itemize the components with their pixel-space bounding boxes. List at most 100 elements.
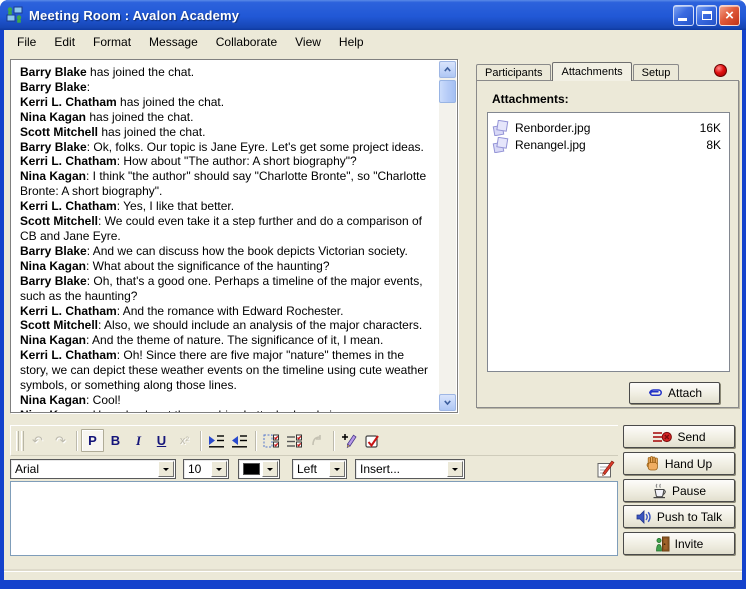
push-to-talk-button[interactable]: Push to Talk [623, 505, 735, 528]
bold-button[interactable]: B [104, 429, 127, 452]
paragraph-style-button[interactable]: P [81, 429, 104, 452]
menu-item[interactable]: Format [84, 33, 140, 51]
select-items-button[interactable] [260, 429, 283, 452]
attachments-list[interactable]: Renborder.jpg 16K Renangel.jpg 8K [487, 112, 730, 372]
attachment-size: 8K [706, 138, 725, 152]
attachment-row[interactable]: Renangel.jpg 8K [492, 136, 725, 153]
menu-item[interactable]: Collaborate [207, 33, 286, 51]
font-family-select[interactable]: Arial [10, 459, 176, 479]
minimize-button[interactable] [673, 5, 694, 26]
chat-line: Kerri L. Chatham: Yes, I like that bette… [20, 199, 435, 214]
status-bar [4, 571, 742, 580]
chat-scrollbar[interactable] [439, 61, 456, 411]
chevron-down-icon[interactable] [329, 461, 345, 477]
add-annotation-button[interactable] [338, 429, 361, 452]
chat-transcript[interactable]: Barry Blake has joined the chat. Barry B… [10, 59, 458, 413]
chat-messages: Barry Blake has joined the chat. Barry B… [11, 60, 439, 412]
hand-up-button[interactable]: Hand Up [623, 452, 735, 475]
chat-author: Nina Kagan [20, 169, 86, 183]
scroll-down-button[interactable] [439, 394, 456, 411]
insert-select[interactable]: Insert... [355, 459, 465, 479]
italic-button[interactable]: I [127, 429, 150, 452]
chat-line: Scott Mitchell has joined the chat. [20, 125, 435, 140]
attach-icon [647, 387, 663, 400]
maximize-button[interactable] [696, 5, 717, 26]
menu-item[interactable]: Help [330, 33, 373, 51]
tab[interactable]: Setup [633, 64, 680, 81]
toolbar-grip[interactable] [21, 431, 24, 451]
panel-tabs: ParticipantsAttachmentsSetup [476, 62, 680, 81]
undo-button[interactable]: ↶ [26, 429, 49, 452]
align-select[interactable]: Left [292, 459, 347, 479]
meeting-room-window: Meeting Room : Avalon Academy × FileEdit… [0, 0, 746, 589]
scroll-up-button[interactable] [439, 61, 456, 78]
pause-button-label: Pause [672, 484, 706, 498]
chat-message-text: : [87, 80, 90, 94]
chat-message-text: : Yes, I like that better. [117, 199, 234, 213]
pause-button[interactable]: Pause [623, 479, 735, 502]
attach-button[interactable]: Attach [629, 382, 720, 404]
invite-icon [655, 536, 670, 552]
chat-line: Nina Kagan: I think "the author" should … [20, 169, 435, 199]
underline-button[interactable]: U [150, 429, 173, 452]
chat-line: Kerri L. Chatham: How about "The author:… [20, 154, 435, 169]
redo-button[interactable]: ↷ [49, 429, 72, 452]
note-edit-icon[interactable] [597, 460, 616, 479]
chat-message-text: : Also, we should include an analysis of… [98, 318, 422, 332]
chevron-down-icon[interactable] [158, 461, 174, 477]
chevron-down-icon[interactable] [447, 461, 463, 477]
font-size-select[interactable]: 10 [183, 459, 229, 479]
toolbar-separator [76, 431, 77, 451]
attachments-panel: Attachments: Renborder.jpg 16K [476, 80, 739, 408]
chat-line: Nina Kagan: Hey, check out the graphics … [20, 408, 435, 412]
chat-message-text: : Ok, folks. Our topic is Jane Eyre. Let… [87, 140, 424, 154]
tab[interactable]: Attachments [552, 62, 631, 81]
toolbar-separator [333, 431, 334, 451]
indent-decrease-button[interactable] [228, 429, 251, 452]
title-bar[interactable]: Meeting Room : Avalon Academy × [0, 0, 746, 30]
indent-increase-button[interactable] [205, 429, 228, 452]
chat-line: Nina Kagan: And the theme of nature. The… [20, 333, 435, 348]
insert-value: Insert... [360, 462, 400, 476]
close-button[interactable]: × [719, 5, 740, 26]
send-button[interactable]: Send [623, 425, 735, 448]
message-input[interactable] [10, 481, 618, 556]
chat-author: Barry Blake [20, 65, 87, 79]
font-color-swatch [243, 463, 260, 475]
scrollbar-thumb[interactable] [439, 80, 456, 103]
chat-author: Barry Blake [20, 274, 87, 288]
checklist-button[interactable] [283, 429, 306, 452]
chat-message-text: : And the theme of nature. The significa… [86, 333, 383, 347]
chevron-down-icon[interactable] [262, 461, 278, 477]
menu-item[interactable]: View [286, 33, 330, 51]
chat-line: Kerri L. Chatham: And the romance with E… [20, 304, 435, 319]
spell-check-button[interactable] [361, 429, 384, 452]
status-dot-icon [714, 64, 727, 77]
text-style-button[interactable]: x² [173, 429, 196, 452]
chat-author: Nina Kagan [20, 333, 86, 347]
chat-author: Kerri L. Chatham [20, 199, 117, 213]
chat-message-text: : What about the significance of the hau… [86, 259, 330, 273]
menu-item[interactable]: Message [140, 33, 207, 51]
attachment-name: Renborder.jpg [515, 121, 700, 135]
toolbar-separator [255, 431, 256, 451]
maximize-icon [702, 11, 712, 20]
spell-check-icon [364, 433, 381, 449]
tab[interactable]: Participants [476, 64, 551, 81]
file-notes-icon [492, 120, 510, 136]
chat-line: Nina Kagan: What about the significance … [20, 259, 435, 274]
menu-item[interactable]: File [8, 33, 45, 51]
font-color-select[interactable] [238, 459, 280, 479]
toolbar-grip[interactable] [16, 431, 19, 451]
chat-author: Scott Mitchell [20, 125, 98, 139]
attachment-row[interactable]: Renborder.jpg 16K [492, 119, 725, 136]
invite-button[interactable]: Invite [623, 532, 735, 555]
chat-author: Kerri L. Chatham [20, 304, 117, 318]
menu-item[interactable]: Edit [45, 33, 84, 51]
chevron-down-icon[interactable] [211, 461, 227, 477]
hand-up-button-label: Hand Up [665, 457, 712, 471]
chat-message-text: has joined the chat. [117, 95, 224, 109]
chat-author: Nina Kagan [20, 408, 86, 412]
annotation-button[interactable] [306, 429, 329, 452]
chat-line: Barry Blake: [20, 80, 435, 95]
